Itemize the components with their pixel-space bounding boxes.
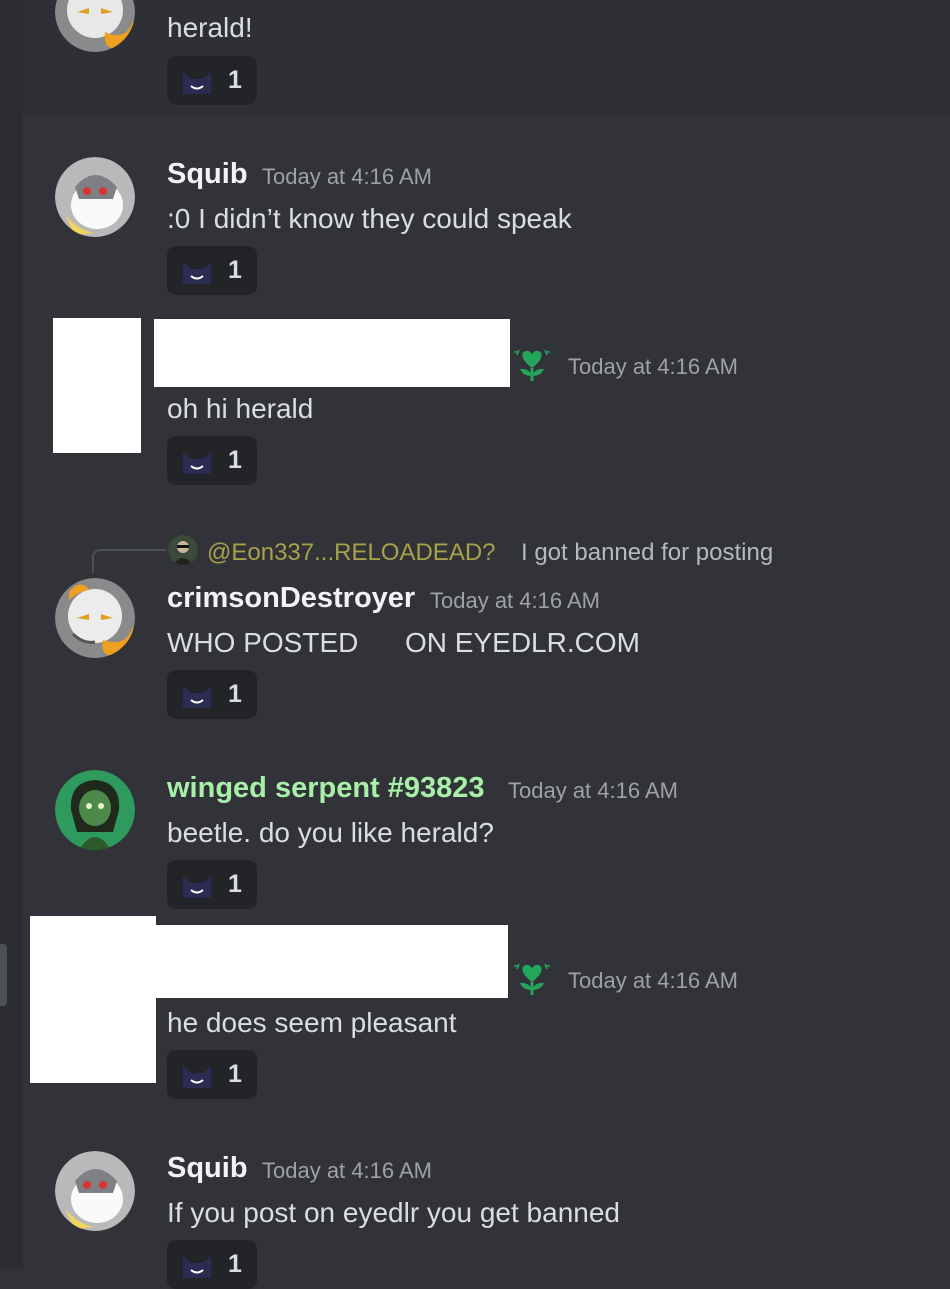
server-sidebar-edge	[0, 0, 23, 1269]
message-text: If you post on eyedlr you get banned	[167, 1197, 620, 1228]
reaction-count: 1	[228, 446, 242, 474]
redacted-author-name	[154, 319, 510, 387]
message-text: :0 I didn’t know they could speak	[167, 203, 572, 234]
avatar-squib-image	[55, 157, 135, 237]
timestamp[interactable]: Today at 4:16 AM	[568, 970, 738, 992]
cat-smile-emoji-icon	[183, 1255, 211, 1278]
reaction-button[interactable]: 1	[167, 1240, 257, 1289]
cat-smile-emoji-icon	[183, 1065, 211, 1088]
reaction-button[interactable]: 1	[167, 56, 257, 105]
author-name[interactable]: Squib	[167, 1154, 248, 1183]
timestamp[interactable]: Today at 4:16 AM	[508, 780, 678, 802]
avatar-winged-serpent[interactable]	[55, 770, 135, 850]
message-text: beetle. do you like herald?	[167, 817, 494, 848]
cat-smile-emoji-icon	[183, 71, 211, 94]
timestamp[interactable]: Today at 4:16 AM	[430, 590, 600, 612]
avatar-crimson[interactable]	[55, 578, 135, 658]
message-text: WHO POSTED ON EYEDLR.COM	[167, 627, 640, 658]
message-text: he does seem pleasant	[167, 1007, 457, 1038]
message-hover-highlight	[23, 0, 950, 114]
avatar-squib[interactable]	[55, 157, 135, 237]
cat-smile-emoji-icon	[183, 451, 211, 474]
message-text: oh hi herald	[167, 393, 314, 424]
reaction-button[interactable]: 1	[167, 1050, 257, 1099]
message-text: herald!	[167, 12, 253, 43]
avatar-winged-serpent-image	[55, 770, 135, 850]
reaction-button[interactable]: 1	[167, 860, 257, 909]
reaction-count: 1	[228, 66, 242, 94]
avatar-squib[interactable]	[55, 1151, 135, 1231]
author-name[interactable]: Squib	[167, 160, 248, 189]
reaction-count: 1	[228, 680, 242, 708]
redacted-avatar	[53, 318, 141, 453]
heart-sprout-icon[interactable]	[513, 346, 551, 384]
timestamp[interactable]: Today at 4:16 AM	[262, 166, 432, 188]
reaction-button[interactable]: 1	[167, 670, 257, 719]
reply-avatar[interactable]	[168, 535, 198, 565]
reply-avatar-image	[168, 535, 198, 565]
reply-preview-text[interactable]: I got banned for posting	[521, 539, 773, 567]
cat-smile-emoji-icon	[183, 685, 211, 708]
timestamp[interactable]: Today at 4:16 AM	[262, 1160, 432, 1182]
reaction-count: 1	[228, 870, 242, 898]
reaction-button[interactable]: 1	[167, 436, 257, 485]
cat-smile-emoji-icon	[183, 261, 211, 284]
author-name[interactable]: winged serpent #93823	[167, 774, 485, 803]
author-name[interactable]: crimsonDestroyer	[167, 584, 415, 613]
timestamp[interactable]: Today at 4:16 AM	[568, 356, 738, 378]
reaction-count: 1	[228, 1060, 242, 1088]
avatar-squib-image	[55, 1151, 135, 1231]
reply-mention[interactable]: @Eon337...RELOADEAD?	[207, 539, 496, 567]
heart-sprout-icon[interactable]	[513, 960, 551, 998]
avatar-crimson-image	[55, 578, 135, 658]
scroll-indicator[interactable]	[0, 944, 7, 1006]
reply-connector-line	[92, 549, 166, 573]
reaction-count: 1	[228, 1250, 242, 1278]
reaction-count: 1	[228, 256, 242, 284]
redacted-avatar	[30, 916, 156, 1083]
cat-smile-emoji-icon	[183, 875, 211, 898]
redacted-author-name	[150, 925, 508, 998]
reaction-button[interactable]: 1	[167, 246, 257, 295]
